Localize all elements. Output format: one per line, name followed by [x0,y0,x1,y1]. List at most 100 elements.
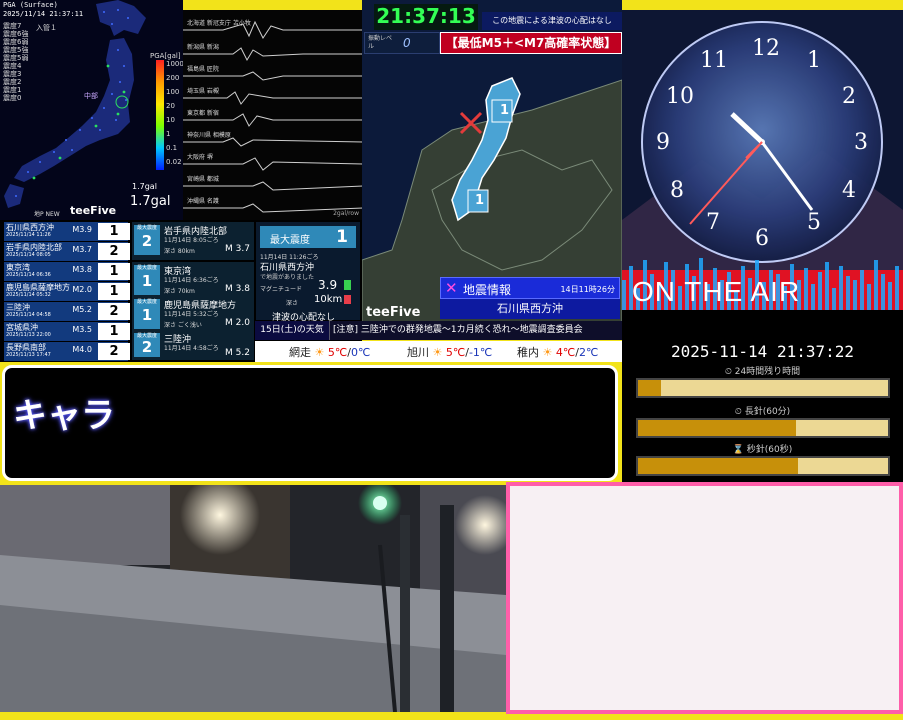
map-sub-label: 入管１ [36,24,57,32]
detail-depth: 深さ 80km [164,248,195,255]
on-air-text: ON THE AIR [632,276,801,307]
max-intensity-box: 最大震度 1 [134,299,160,329]
tsunami-message: この地震による津波の心配はなし [482,12,622,30]
detail-mag: M 3.7 [225,244,250,254]
latest-note: で地震がありました [260,274,315,281]
quake-detail-card: 最大震度 1 東京湾 11月14日 6:36ごろ 深さ 70km M 3.8 [132,262,254,300]
quake-time: 2025/11/14 08:05 [6,252,51,258]
latest-quake-panel: 最大震度 1 11月14日 11:26ごろ 石川県西方沖 で地震がありました マ… [256,222,360,323]
quake-mag: M2.0 [72,285,92,294]
station-label: 新潟県 新潟 [187,44,219,51]
max-intensity-box: 最大震度 1 [134,265,160,295]
digital-datetime: 2025-11-14 21:37:22 [670,342,855,361]
latest-intensity-value: 1 [336,227,348,247]
max-intensity-box: 最大震度 2 [134,225,160,255]
quake-detail-card: 最大震度 2 三陸沖 11月14日 4:58ごろ M 5.2 [132,330,254,360]
detail-depth: 深さ 70km [164,288,195,295]
legend-item: 震度5弱 [3,54,29,62]
progress-fill [638,380,661,396]
shake-level-value: 0 [403,36,411,50]
station-label: 福島県 匠院 [187,66,219,73]
quake-mag: M3.8 [72,265,92,274]
quake-mag: M4.0 [72,345,92,354]
max-intensity-label: 最大震度 [136,299,157,305]
eq-bar [853,280,857,310]
center-clock: 21:37:13 [374,4,478,30]
intensity-legend: 震度7 震度6強 震度6弱 震度5強 震度5弱 震度4 震度3 震度2 震度1 … [3,22,31,102]
intensity-badge: 1 [98,283,130,300]
station-label: 宮崎県 都城 [187,176,219,183]
station-label: 大阪府 堺 [187,154,213,161]
quake-mag: M3.5 [72,325,92,334]
quake-mag: M5.2 [72,305,92,314]
legend-item: 震度5強 [3,46,29,54]
eq-bar [804,268,808,310]
waveform-panel: 北海道 新冠支庁 苫小牧 新潟県 新潟 福島県 匠院 埼玉県 岩槻 東京都 新宿… [183,10,363,220]
quake-detail-card: 最大震度 1 鹿児島県薩摩地方 11月14日 5:32ごろ 深さ ごく浅い M 2… [132,296,254,334]
bar-label: ⌛ 秒針(60秒) [622,442,903,455]
station-label: 神奈川県 相模原 [187,132,231,139]
detail-date: 11月14日 4:58ごろ [164,345,219,352]
scale-tick: 10 [166,116,175,124]
eq-bar [881,274,885,310]
quake-time: 2025/11/14 11:26 [6,232,51,238]
clock-panel: 12 1 2 3 4 5 6 7 8 9 10 11 ON THE AIR [622,10,903,310]
latest-depth: 10km [314,294,343,305]
detail-mag: M 3.8 [225,284,250,294]
intensity-mark: 1 [475,193,485,208]
shake-level-box: 振動レベル 0 [364,32,440,54]
eq-bar [867,284,871,310]
weather-city: 稚内 [517,346,539,359]
scale-tick: 1 [166,130,171,138]
weather-item: 網走 ☀ 5℃/0℃ [289,346,371,359]
detail-mag: M 2.0 [225,318,250,328]
region-label: 中部 [84,92,98,100]
bar-label-text: 秒針(60秒) [746,445,793,455]
legend-item: 震度2 [3,78,22,86]
bar-label-text: 24時間残り時間 [734,367,801,377]
detail-mag: M 5.2 [225,348,250,358]
weather-city: 網走 [289,346,311,359]
new-label: 地P NEW [34,211,60,218]
mag-indicator [344,280,351,290]
weather-item: 稚内 ☀ 4℃/2℃ [517,346,599,359]
alert-banner: 【最低M5＋<M7高確率状態】 [440,32,622,54]
quake-mag: M3.7 [72,245,92,254]
max-intensity-value: 2 [141,338,153,356]
progress-bar-minute [636,418,890,438]
legend-item: 震度6弱 [3,38,29,46]
clock-numeral: 5 [807,210,821,235]
quake-row: 岩手県内陸北部 2025/11/14 08:05 M3.7 2 [4,242,130,261]
intensity-badge: 1 [98,323,130,340]
legend-item: 震度6強 [3,30,29,38]
quake-row: 宮城県沖 2025/11/13 22:00 M3.5 1 [4,322,130,341]
eq-bar [895,266,899,310]
eq-bar [825,262,829,310]
max-intensity-value: 2 [141,232,153,250]
pga-color-scale [156,60,164,170]
station-label: 東京都 新宿 [187,110,219,117]
news-ticker: 15日(土)の天気 [注意] 三陸沖での群発地震〜1カ月続く恐れ〜地震調査委員会 [255,321,622,340]
eq-bar [811,284,815,310]
waveform-scale: 2gal/row [333,210,359,217]
quake-time: 2025/11/13 17:47 [6,352,51,358]
quake-mag: M3.9 [72,225,92,234]
scale-tick: 200 [166,74,180,82]
quake-row: 鹿児島県薩摩地方 2025/11/14 05:32 M2.0 1 [4,282,130,301]
latest-intensity-bar: 最大震度 1 [260,226,356,248]
weather-high: 4℃ [555,346,576,359]
depth-indicator [344,295,351,304]
weather-date-label: 15日(土)の天気 [255,321,330,340]
detail-date: 11月14日 8:05ごろ [164,237,219,244]
scale-tick: 1000 [166,60,183,68]
eq-bar [818,272,822,310]
quake-time: 2025/11/13 22:00 [6,332,51,338]
legend-item: 震度4 [3,62,22,70]
latest-mag-label: マグニチュード [260,286,303,293]
weather-city: 旭川 [407,346,429,359]
street-camera-image [0,485,506,712]
pga-scale-title: PGA[gal] [150,52,181,60]
max-intensity-box: 最大震度 2 [134,333,160,357]
weather-row: 網走 ☀ 5℃/0℃ 旭川 ☀ 5℃/-1℃ 稚内 ☀ 4℃/2℃ [255,341,622,362]
quake-time: 2025/11/14 04:58 [6,312,51,318]
